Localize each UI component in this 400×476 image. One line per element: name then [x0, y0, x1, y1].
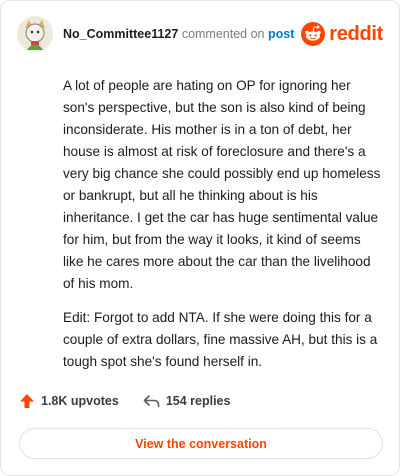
author-name[interactable]: No_Committee1127: [63, 27, 178, 41]
comment-paragraph: A lot of people are hating on OP for ign…: [63, 78, 381, 291]
view-conversation-button[interactable]: View the conversation: [19, 428, 383, 459]
commented-on-text: commented on: [181, 27, 265, 41]
brand-wordmark: reddit: [329, 22, 383, 45]
comment-card: No_Committee1127 commented on post reddi…: [0, 0, 400, 476]
comment-paragraph: Edit: Forgot to add NTA. If she were doi…: [63, 310, 378, 369]
upvotes-stat[interactable]: 1.8K upvotes: [19, 393, 119, 409]
upvote-arrow-icon: [20, 394, 34, 408]
comment-footer: 1.8K upvotes 154 replies: [19, 393, 230, 409]
comment-header: No_Committee1127 commented on post reddi…: [17, 15, 383, 53]
post-link[interactable]: post: [268, 27, 294, 41]
replies-stat[interactable]: 154 replies: [143, 393, 231, 409]
upvotes-count: 1.8K upvotes: [41, 394, 119, 408]
avatar-icon[interactable]: [17, 16, 53, 52]
reply-arrow-icon: [143, 395, 160, 408]
comment-body: A lot of people are hating on OP for ign…: [63, 75, 381, 385]
replies-count: 154 replies: [165, 394, 231, 408]
comment-meta: No_Committee1127 commented on post: [63, 27, 294, 41]
reddit-snoo-icon: [301, 22, 326, 46]
reddit-logo[interactable]: reddit: [301, 22, 383, 46]
